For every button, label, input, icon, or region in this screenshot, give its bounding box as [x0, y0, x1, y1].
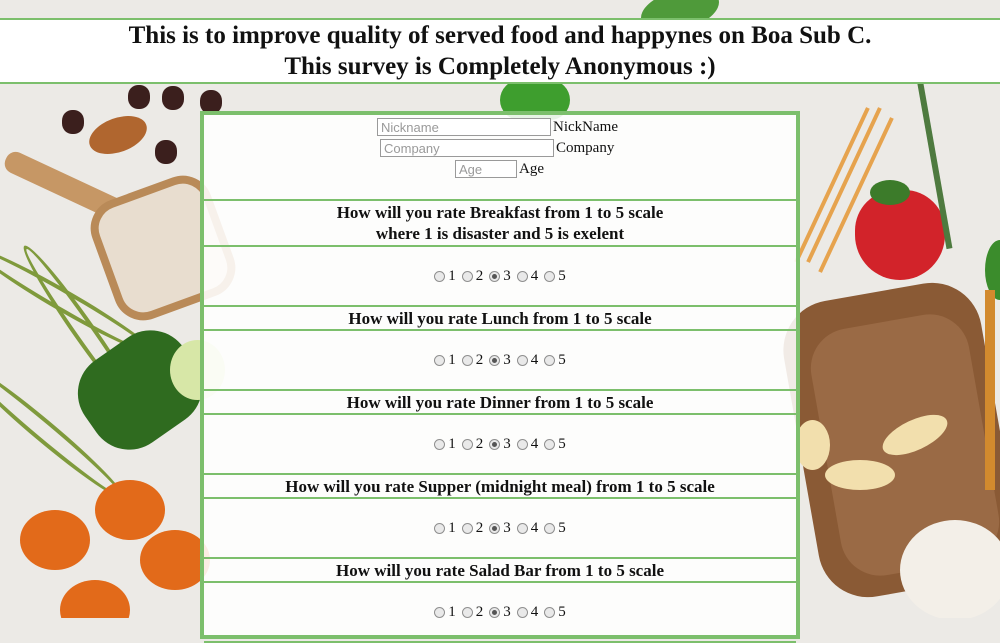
radio-button[interactable]	[544, 438, 556, 450]
question-dinner-options: 1 2 3 4 5	[204, 415, 796, 475]
radio-button[interactable]	[516, 606, 528, 618]
rating-option[interactable]: 2	[461, 435, 484, 453]
rating-option[interactable]: 2	[461, 351, 484, 369]
question-title-line: How will you rate Supper (midnight meal)…	[285, 477, 715, 496]
nickname-input[interactable]	[377, 118, 551, 136]
question-lunch-title: How will you rate Lunch from 1 to 5 scal…	[204, 307, 796, 331]
option-label: 2	[475, 519, 484, 536]
rating-option[interactable]: 3	[489, 268, 511, 285]
rating-option[interactable]: 1	[434, 268, 456, 285]
radio-button[interactable]	[544, 270, 556, 282]
question-salad-bar-options: 1 2 3 4 5	[204, 583, 796, 643]
option-label: 5	[558, 351, 566, 368]
rating-option[interactable]: 2	[461, 267, 484, 285]
nickname-label: NickName	[553, 118, 618, 135]
question-breakfast-options: 1 2 3 4 5	[204, 247, 796, 307]
radio-button[interactable]	[516, 522, 528, 534]
option-label: 3	[503, 351, 511, 368]
option-label: 5	[558, 435, 566, 452]
option-label: 2	[475, 267, 484, 284]
radio-button[interactable]	[516, 270, 528, 282]
identity-section: NickName Company Age	[204, 115, 796, 201]
option-label: 5	[558, 267, 566, 284]
radio-button[interactable]	[461, 270, 473, 282]
option-label: 1	[448, 519, 456, 536]
radio-button[interactable]	[461, 606, 473, 618]
rating-option[interactable]: 4	[516, 267, 539, 285]
radio-button-selected[interactable]	[489, 438, 501, 450]
radio-button-selected[interactable]	[489, 606, 501, 618]
rating-option[interactable]: 4	[516, 435, 539, 453]
question-title-subline: where 1 is disaster and 5 is exelent	[375, 224, 625, 243]
radio-button[interactable]	[544, 606, 556, 618]
rating-option[interactable]: 3	[489, 352, 511, 369]
question-salad-bar-title: How will you rate Salad Bar from 1 to 5 …	[204, 559, 796, 583]
age-input[interactable]	[455, 160, 517, 178]
question-dinner-title: How will you rate Dinner from 1 to 5 sca…	[204, 391, 796, 415]
company-label: Company	[556, 139, 615, 156]
option-label: 2	[475, 435, 484, 452]
radio-button[interactable]	[544, 354, 556, 366]
radio-button[interactable]	[516, 438, 528, 450]
survey-header: This is to improve quality of served foo…	[0, 18, 1000, 84]
question-title-line: How will you rate Lunch from 1 to 5 scal…	[348, 309, 652, 328]
option-label: 4	[530, 519, 539, 536]
option-label: 2	[475, 351, 484, 368]
radio-button[interactable]	[516, 354, 528, 366]
option-label: 3	[503, 267, 511, 284]
option-label: 5	[558, 519, 566, 536]
age-label: Age	[519, 160, 544, 177]
radio-button-selected[interactable]	[489, 522, 501, 534]
radio-button[interactable]	[434, 522, 446, 534]
rating-option[interactable]: 4	[516, 519, 539, 537]
question-lunch-options: 1 2 3 4 5	[204, 331, 796, 391]
rating-option[interactable]: 3	[489, 436, 511, 453]
option-label: 4	[530, 267, 539, 284]
option-label: 1	[448, 435, 456, 452]
radio-button[interactable]	[544, 522, 556, 534]
rating-option[interactable]: 2	[461, 519, 484, 537]
company-input[interactable]	[380, 139, 554, 157]
header-title-line1: This is to improve quality of served foo…	[128, 22, 872, 49]
option-label: 4	[530, 435, 539, 452]
age-row: Age	[455, 160, 544, 178]
radio-button[interactable]	[461, 438, 473, 450]
nickname-row: NickName	[377, 118, 618, 136]
radio-button[interactable]	[461, 522, 473, 534]
rating-option[interactable]: 3	[489, 520, 511, 537]
rating-option[interactable]: 1	[434, 520, 456, 537]
rating-option[interactable]: 5	[544, 268, 566, 285]
survey-form: NickName Company Age How will you rate B…	[200, 111, 800, 643]
option-label: 1	[448, 351, 456, 368]
header-title-line2: This survey is Completely Anonymous :)	[284, 53, 716, 80]
option-label: 1	[448, 267, 456, 284]
rating-option[interactable]: 1	[434, 436, 456, 453]
rating-option[interactable]: 4	[516, 351, 539, 369]
radio-button[interactable]	[434, 270, 446, 282]
radio-button[interactable]	[434, 438, 446, 450]
question-supper-title: How will you rate Supper (midnight meal)…	[204, 475, 796, 499]
radio-button[interactable]	[434, 354, 446, 366]
radio-button[interactable]	[461, 354, 473, 366]
question-title-line: How will you rate Salad Bar from 1 to 5 …	[335, 561, 664, 580]
rating-option[interactable]: 5	[544, 352, 566, 369]
question-title-line: How will you rate Breakfast from 1 to 5 …	[336, 203, 664, 222]
rating-option[interactable]: 5	[544, 436, 566, 453]
radio-button-selected[interactable]	[489, 354, 501, 366]
company-row[interactable]: Company	[380, 139, 614, 157]
radio-button-selected[interactable]	[489, 270, 501, 282]
question-supper-options: 1 2 3 4 5	[204, 499, 796, 559]
option-label: 3	[503, 435, 511, 452]
rating-option[interactable]: 5	[544, 520, 566, 537]
option-label: 3	[503, 519, 511, 536]
option-label: 4	[530, 351, 539, 368]
question-title-line: How will you rate Dinner from 1 to 5 sca…	[346, 393, 654, 412]
radio-button[interactable]	[434, 606, 446, 618]
rating-option[interactable]: 1	[434, 352, 456, 369]
question-breakfast-title: How will you rate Breakfast from 1 to 5 …	[204, 201, 796, 247]
